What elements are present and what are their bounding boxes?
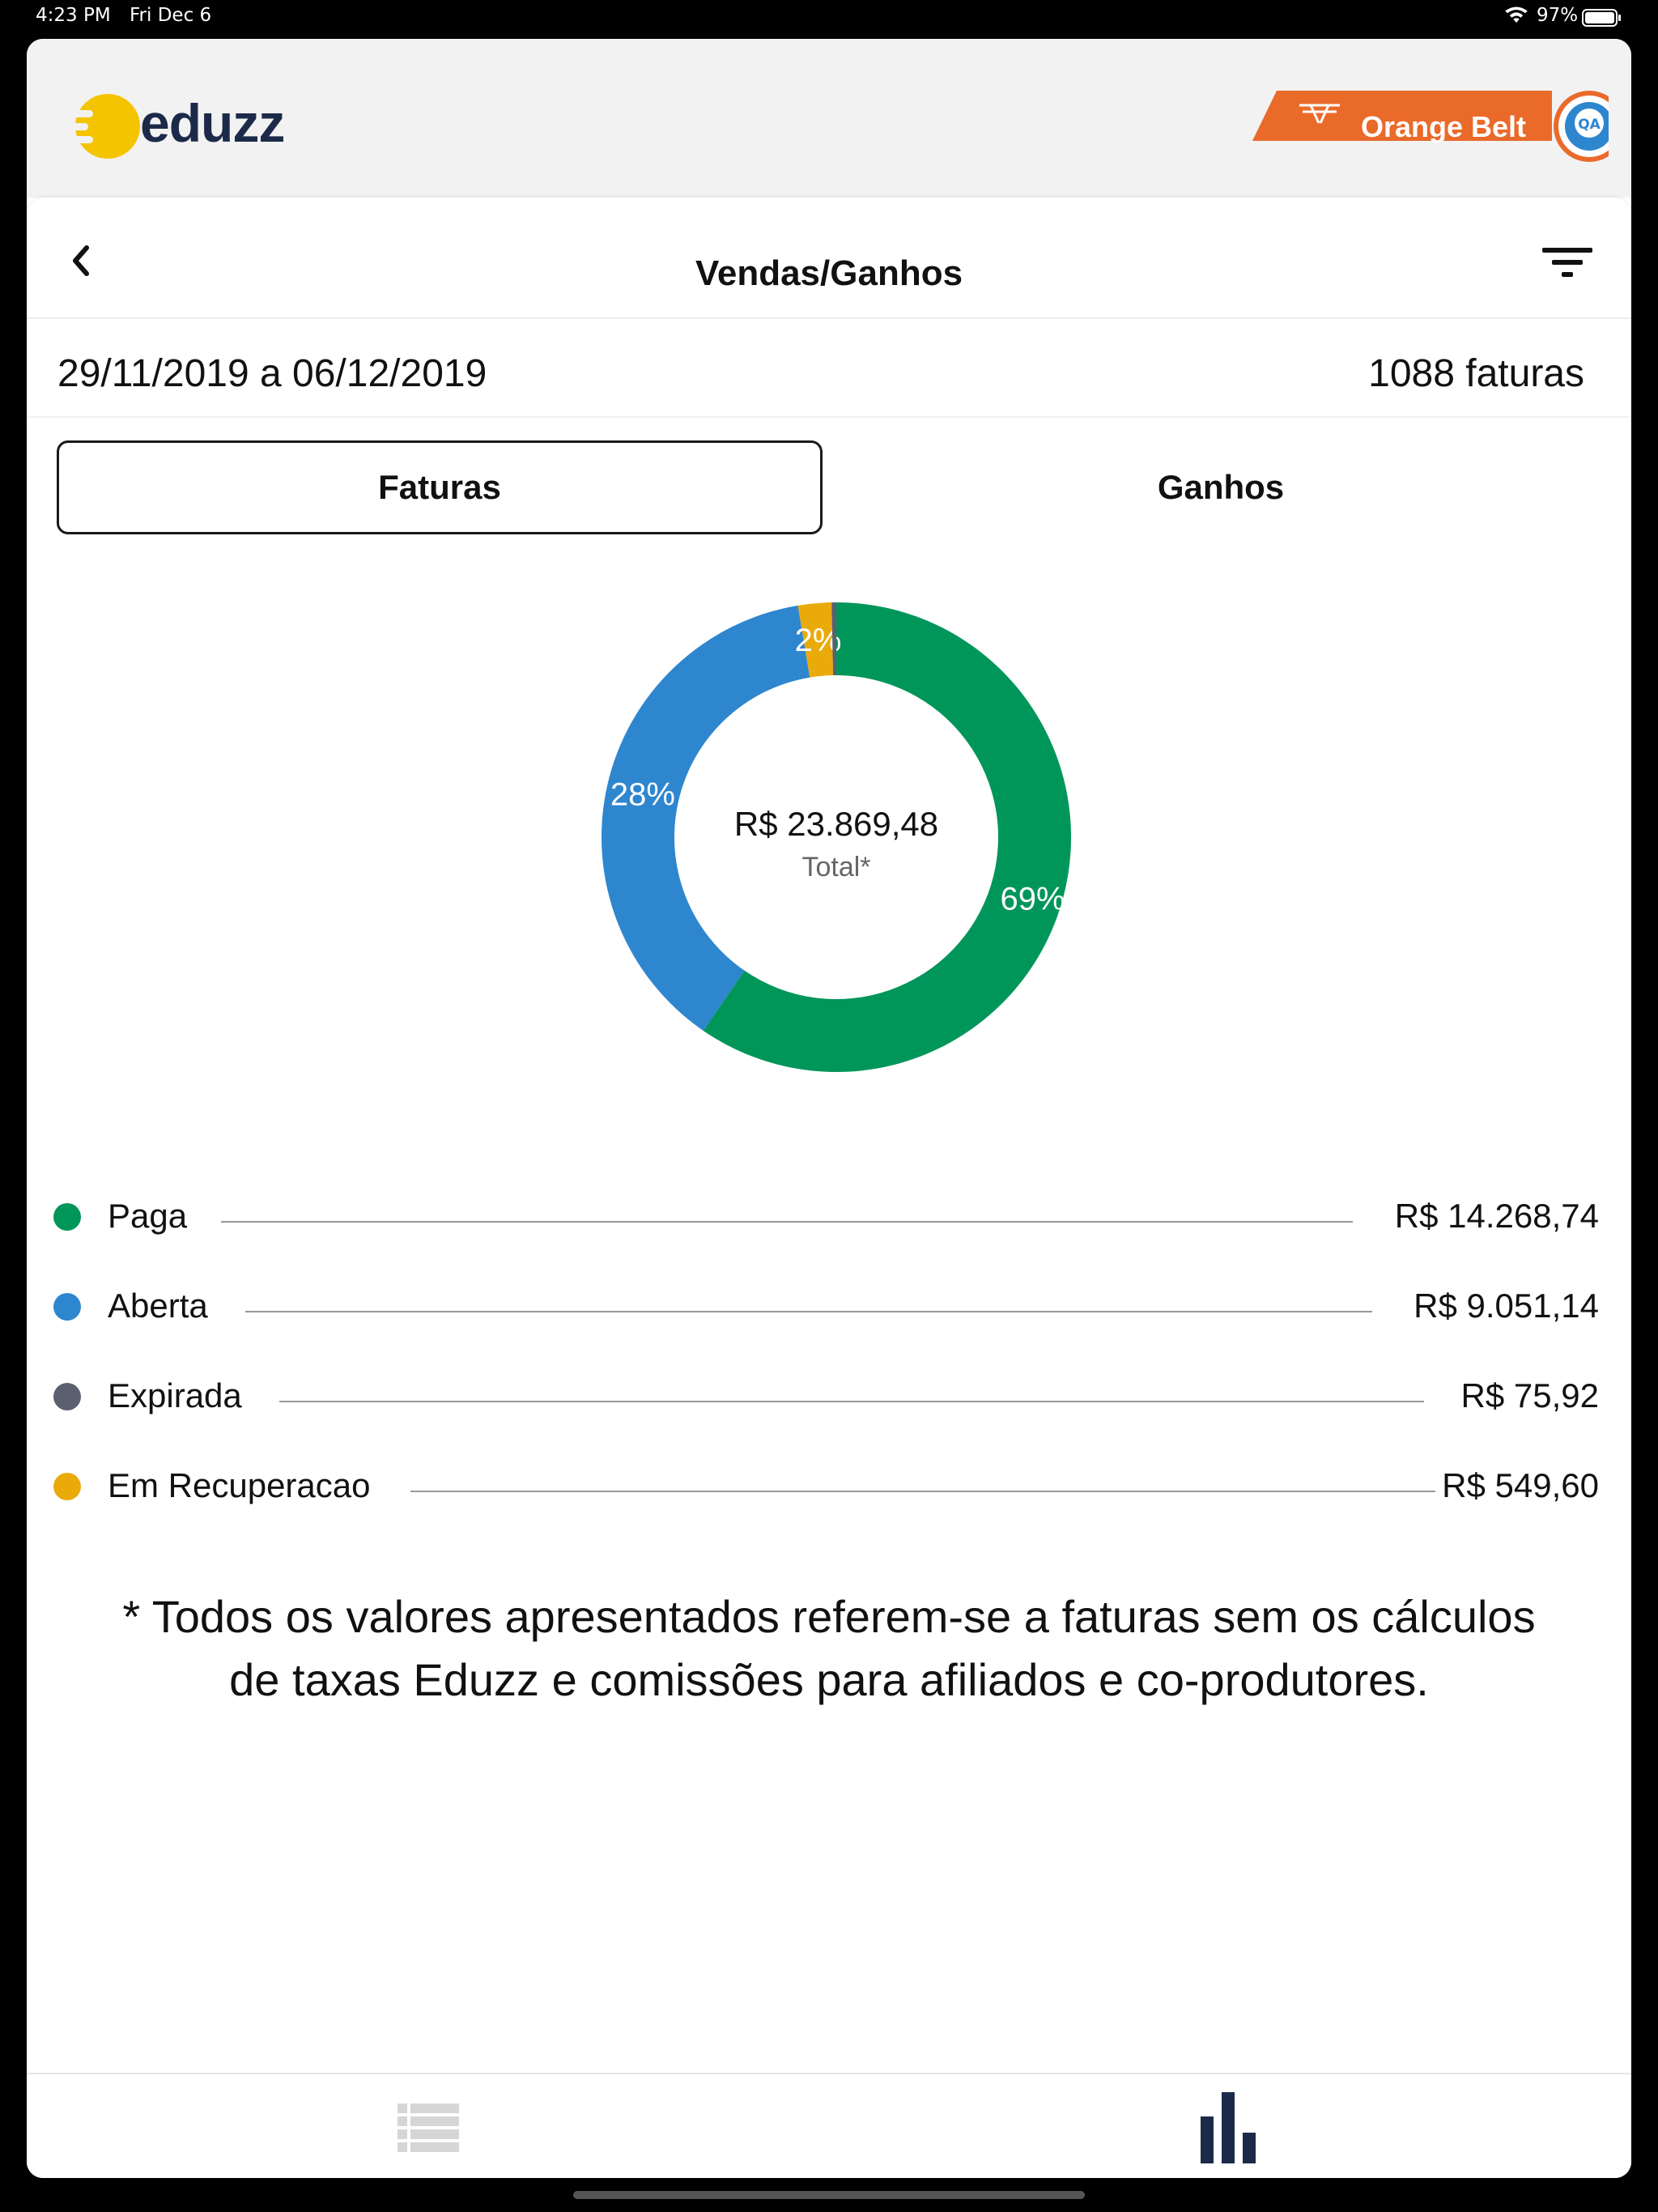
legend-dot (53, 1383, 81, 1410)
legend-label: Expirada (108, 1376, 242, 1414)
legend-value: R$ 75,92 (1460, 1376, 1599, 1414)
home-indicator[interactable] (573, 2191, 1085, 2199)
date-range: 29/11/2019 a 06/12/2019 (57, 352, 487, 395)
nav-bar: Vendas/Ganhos (27, 198, 1631, 319)
bar-chart-icon[interactable] (1197, 2092, 1262, 2165)
disclaimer: * Todos os valores apresentados referem-… (59, 1585, 1599, 1712)
battery-percent: 97% (1537, 5, 1579, 26)
legend-divider (410, 1491, 1435, 1492)
battery-icon (1582, 9, 1621, 27)
wifi-icon (1505, 6, 1528, 23)
legend-divider (221, 1221, 1353, 1223)
svg-text:QA: QA (1578, 117, 1601, 133)
legend-divider (245, 1311, 1372, 1312)
legend-value: R$ 9.051,14 (1414, 1287, 1599, 1325)
tab-faturas[interactable]: Faturas (57, 440, 823, 534)
disclaimer-line-1: * Todos os valores apresentados referem-… (122, 1591, 1536, 1642)
legend-dot (53, 1293, 81, 1321)
legend-value: R$ 14.268,74 (1394, 1197, 1599, 1235)
legend-row-aberta: Aberta R$ 9.051,14 (27, 1275, 1631, 1340)
bottom-tab-bar (27, 2073, 1631, 2178)
invoice-count: 1088 faturas (1368, 352, 1584, 395)
donut-total-value: R$ 23.869,48 (733, 805, 939, 843)
legend-label: Paga (108, 1197, 188, 1235)
belt-label: Orange Belt (1361, 110, 1527, 143)
summary-row: 29/11/2019 a 06/12/2019 1088 faturas (27, 321, 1631, 418)
legend-label: Em Recuperacao (108, 1466, 371, 1504)
qa-seal-icon: QA (1554, 91, 1609, 162)
legend-row-em-recuperacao: Em Recuperacao R$ 549,60 (27, 1455, 1631, 1520)
donut-total-label: Total* (801, 852, 871, 883)
main-card: Vendas/Ganhos 29/11/2019 a 06/12/2019 10… (27, 198, 1631, 2178)
list-icon[interactable] (397, 2102, 459, 2154)
filter-icon[interactable] (1539, 238, 1596, 287)
status-bar: 4:23 PM Fri Dec 6 97% (0, 0, 1658, 37)
legend-row-paga: Paga R$ 14.268,74 (27, 1185, 1631, 1250)
disclaimer-line-2: de taxas Eduzz e comissões para afiliado… (229, 1654, 1429, 1705)
app-window: eduzz QA Orange Belt Vendas/Ganhos 29/11… (27, 39, 1631, 2178)
legend-row-expirada: Expirada R$ 75,92 (27, 1365, 1631, 1430)
status-time: 4:23 PM (36, 5, 111, 26)
legend-value: R$ 549,60 (1442, 1466, 1599, 1504)
legend-dot (53, 1203, 81, 1231)
status-date: Fri Dec 6 (130, 5, 212, 26)
tab-ganhos[interactable]: Ganhos (838, 440, 1604, 534)
legend-dot (53, 1473, 81, 1500)
legend-label: Aberta (108, 1287, 208, 1325)
app-header: eduzz QA Orange Belt (27, 39, 1631, 198)
donut-label-paga: 69% (1001, 881, 1065, 917)
legend-divider (279, 1401, 1424, 1402)
logo-text: eduzz (140, 93, 285, 153)
page-title: Vendas/Ganhos (695, 253, 963, 293)
